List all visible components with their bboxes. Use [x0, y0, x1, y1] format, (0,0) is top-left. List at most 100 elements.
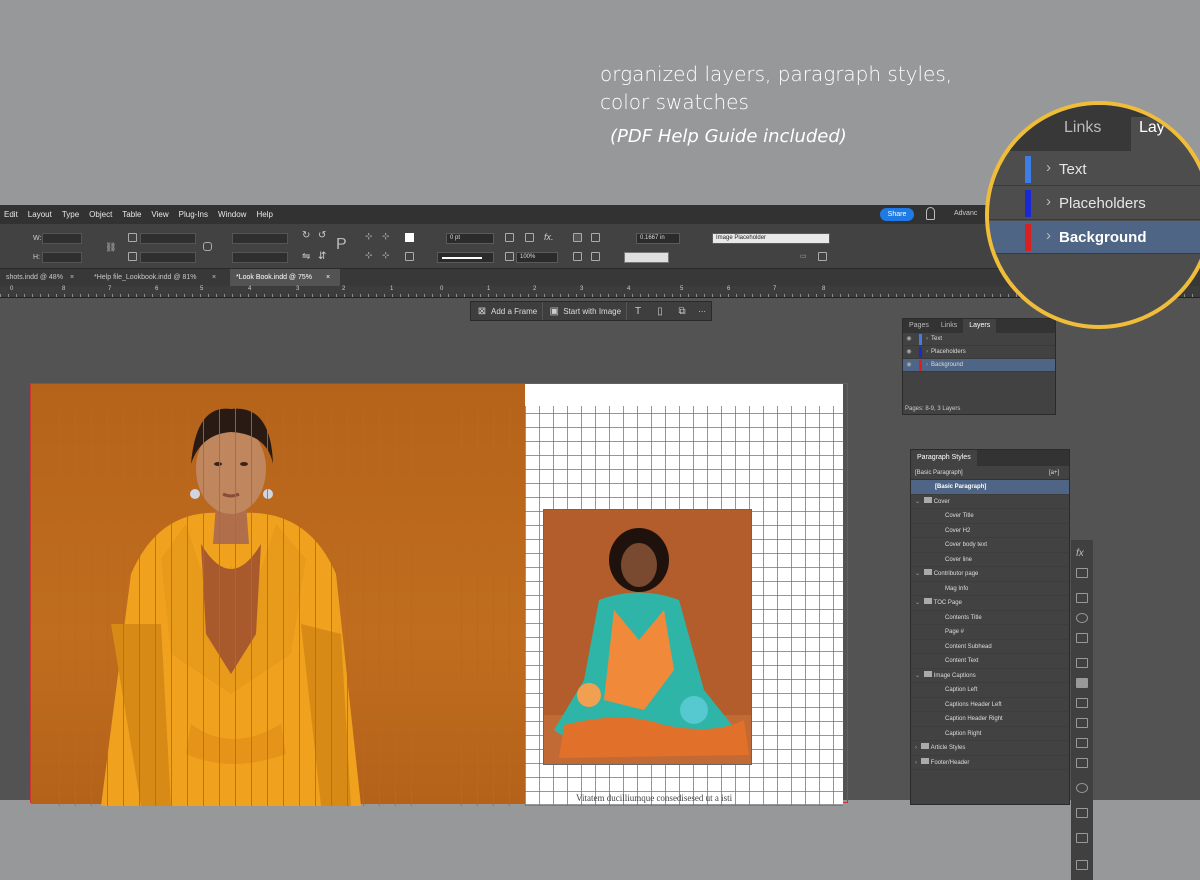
left-page[interactable]: [31, 384, 525, 806]
text-wrap-box-icon[interactable]: [591, 233, 600, 242]
shear-field[interactable]: [232, 252, 288, 263]
more-button[interactable]: ···: [693, 302, 711, 320]
chevron-right-icon[interactable]: ›: [915, 745, 917, 751]
style-row[interactable]: Cover Title: [911, 509, 1069, 524]
rotate-field[interactable]: [232, 233, 288, 244]
opacity-field[interactable]: 100%: [516, 252, 558, 263]
style-row[interactable]: Caption Left: [911, 683, 1069, 698]
panel-options-icon[interactable]: [818, 252, 827, 261]
object-styles-icon[interactable]: [1076, 808, 1088, 818]
export-icon[interactable]: [1076, 833, 1088, 843]
color-icon[interactable]: [1076, 783, 1088, 793]
menu-table[interactable]: Table: [118, 210, 147, 219]
workspace-switcher[interactable]: Advanc: [954, 210, 977, 217]
style-row[interactable]: Caption Right: [911, 727, 1069, 741]
tab-paragraph-styles[interactable]: Paragraph Styles: [911, 450, 977, 466]
duplicate-button[interactable]: ⧉: [671, 302, 693, 320]
object-style-dropdown[interactable]: Image Placeholder: [712, 233, 830, 244]
new-style-indicator[interactable]: [a+]: [1049, 466, 1059, 480]
style-group-row[interactable]: ⌄ Contributor page: [911, 567, 1069, 582]
chevron-down-icon[interactable]: ⌄: [915, 571, 920, 577]
menu-view[interactable]: View: [147, 210, 174, 219]
links-icon[interactable]: [1076, 568, 1088, 578]
style-group-row[interactable]: › Article Styles: [911, 741, 1069, 756]
style-row[interactable]: Content Subhead: [911, 640, 1069, 654]
fill-swatch-icon[interactable]: [405, 233, 414, 242]
stroke-icon[interactable]: [1076, 633, 1088, 643]
flip-v-icon[interactable]: ⇵: [318, 251, 326, 262]
text-wrap-none-icon[interactable]: [573, 233, 582, 242]
eye-icon[interactable]: ◉: [903, 333, 915, 346]
style-row[interactable]: Contents Title: [911, 611, 1069, 625]
menu-plugins[interactable]: Plug-Ins: [175, 210, 214, 219]
menu-layout[interactable]: Layout: [24, 210, 58, 219]
quick-apply-icon[interactable]: ▭: [800, 252, 809, 261]
style-group-row[interactable]: › Footer/Header: [911, 756, 1069, 770]
style-row[interactable]: Cover body text: [911, 538, 1069, 553]
layer-row-placeholders[interactable]: ◉ › Placeholders: [903, 346, 1055, 359]
constrain-icon[interactable]: [203, 242, 212, 251]
close-icon[interactable]: ×: [212, 269, 216, 286]
image-placeholder-frame[interactable]: [543, 509, 752, 765]
start-with-image-button[interactable]: ▣ Start with Image: [543, 302, 628, 320]
text-wrap-icon[interactable]: [1076, 718, 1088, 728]
table-styles-icon[interactable]: [1076, 860, 1088, 870]
close-icon[interactable]: ×: [70, 269, 74, 286]
tab-shots[interactable]: shots.indd @ 48% ×: [0, 269, 85, 286]
fit-content-icon[interactable]: [525, 233, 534, 242]
chevron-down-icon[interactable]: ⌄: [915, 600, 920, 606]
align-ref-icon[interactable]: ⊹: [365, 231, 373, 242]
menu-help[interactable]: Help: [252, 210, 278, 219]
rotate-ccw-icon[interactable]: ↺: [318, 230, 326, 241]
layer-row-text[interactable]: ◉ › Text: [903, 333, 1055, 346]
effects-icon[interactable]: fx: [1076, 548, 1084, 559]
style-row[interactable]: Page #: [911, 625, 1069, 640]
menu-window[interactable]: Window: [214, 210, 252, 219]
rotate-cw-icon[interactable]: ↻: [302, 230, 310, 241]
pages-icon[interactable]: [1076, 593, 1088, 603]
menu-edit[interactable]: Edit: [0, 210, 24, 219]
frame-fitting-icon[interactable]: [505, 233, 514, 242]
chevron-right-icon[interactable]: ›: [926, 346, 928, 359]
corner-shape-dropdown[interactable]: [624, 252, 669, 263]
chevron-right-icon[interactable]: ›: [926, 359, 928, 372]
close-icon[interactable]: ×: [326, 269, 330, 286]
style-group-row[interactable]: ⌄ Cover: [911, 495, 1069, 509]
share-button[interactable]: Share: [880, 208, 914, 221]
scale-y-field[interactable]: [140, 252, 196, 263]
style-row[interactable]: Captions Header Left: [911, 698, 1069, 712]
add-frame-button[interactable]: ⊠ Add a Frame: [471, 302, 544, 320]
layer-row-background[interactable]: ◉ › Background: [903, 359, 1055, 372]
scale-x-field[interactable]: [140, 233, 196, 244]
style-row[interactable]: Cover H2: [911, 524, 1069, 538]
wrap-offset-field[interactable]: 0.1667 in: [636, 233, 680, 244]
style-row[interactable]: Mag Info: [911, 582, 1069, 596]
chevron-down-icon[interactable]: ⌄: [915, 499, 920, 505]
menu-object[interactable]: Object: [85, 210, 118, 219]
paragraph-p-icon[interactable]: P: [336, 236, 347, 254]
style-group-row[interactable]: ⌄ Image Captions: [911, 669, 1069, 683]
tab-pages[interactable]: Pages: [903, 319, 935, 333]
paragraph-styles-icon[interactable]: [1076, 678, 1088, 688]
tab-help-file[interactable]: *Help file_Lookbook.indd @ 81% ×: [88, 269, 226, 286]
width-field[interactable]: [42, 233, 82, 244]
select-container-icon[interactable]: ⊹: [382, 231, 390, 242]
text-wrap-jump-icon[interactable]: [591, 252, 600, 261]
align-icon[interactable]: [1076, 738, 1088, 748]
chevron-right-icon[interactable]: ›: [915, 760, 917, 766]
chevron-right-icon[interactable]: ›: [926, 333, 928, 346]
menu-type[interactable]: Type: [58, 210, 85, 219]
eye-icon[interactable]: ◉: [903, 346, 915, 359]
select-content-icon[interactable]: ⊹: [365, 250, 373, 261]
link-proportions-icon[interactable]: ⛓: [105, 242, 116, 252]
stroke-swatch-icon[interactable]: [405, 252, 414, 261]
swatches-icon[interactable]: [1076, 698, 1088, 708]
layers-stack-icon[interactable]: [1076, 613, 1088, 623]
stroke-type-dropdown[interactable]: [437, 252, 494, 263]
text-tool-button[interactable]: T: [627, 302, 649, 320]
chevron-down-icon[interactable]: ⌄: [915, 673, 920, 679]
style-row[interactable]: Content Text: [911, 654, 1069, 669]
style-row[interactable]: Cover line: [911, 553, 1069, 567]
flip-h-icon[interactable]: ⇋: [302, 251, 310, 262]
tab-layers[interactable]: Layers: [963, 319, 997, 333]
